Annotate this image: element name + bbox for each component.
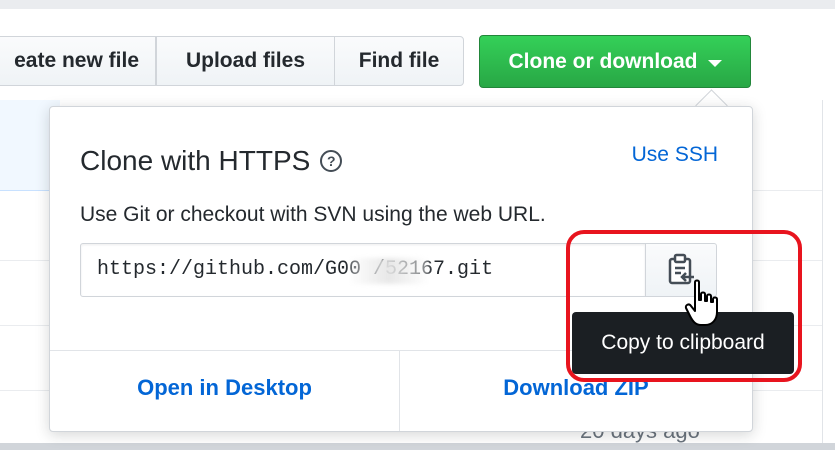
top-border — [0, 0, 835, 9]
open-in-desktop-link[interactable]: Open in Desktop — [50, 375, 399, 401]
clone-url-text: https://github.com/G00 /52167.git — [97, 258, 494, 281]
question-icon[interactable]: ? — [320, 150, 343, 172]
bottom-border — [0, 443, 835, 450]
clone-title: Clone with HTTPS ? — [80, 145, 343, 177]
use-ssh-link[interactable]: Use SSH — [632, 143, 718, 167]
find-file-button[interactable]: Find file — [334, 36, 464, 86]
caret-down-icon — [707, 59, 722, 67]
upload-files-button[interactable]: Upload files — [156, 36, 335, 86]
clone-title-text: Clone with HTTPS — [80, 145, 311, 176]
clone-button-label: Clone or download — [508, 49, 698, 73]
clone-url-input[interactable]: https://github.com/G00 /52167.git — [80, 243, 646, 297]
clone-or-download-button[interactable]: Clone or download — [479, 35, 751, 88]
redacted-blur — [349, 258, 429, 284]
create-new-file-button[interactable]: eate new file — [0, 36, 156, 86]
clone-description: Use Git or checkout with SVN using the w… — [80, 203, 546, 226]
hand-cursor-icon — [684, 279, 718, 326]
